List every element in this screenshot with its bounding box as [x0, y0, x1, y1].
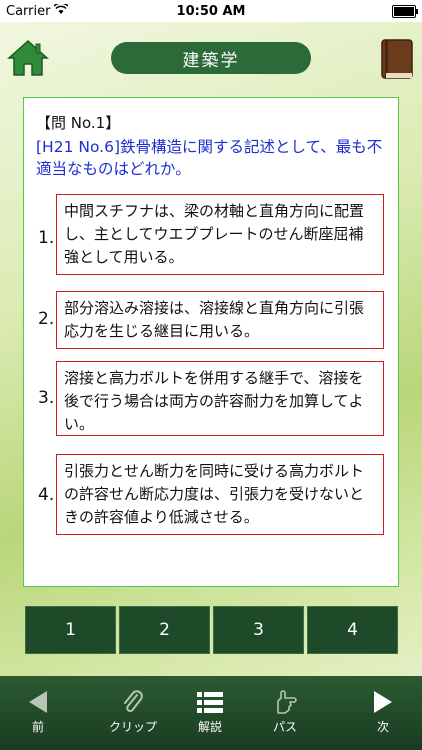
triangle-left-icon	[29, 691, 47, 713]
option-2[interactable]: 部分溶込み溶接は、溶接線と直角方向に引張応力を生じる継目に用いる。	[56, 291, 384, 349]
prev-label: 前	[31, 720, 44, 734]
battery-icon	[392, 5, 418, 18]
page-title: 建築学	[111, 42, 311, 74]
answer-buttons: 1 2 3 4	[25, 606, 398, 654]
next-button[interactable]: 次	[347, 688, 419, 735]
option-3-number: 3.	[38, 388, 55, 408]
option-2-number: 2.	[38, 309, 55, 329]
option-4-number: 4.	[38, 485, 55, 505]
pass-label: パス	[272, 720, 297, 734]
pass-button[interactable]: パス	[249, 688, 321, 735]
answer-button-1[interactable]: 1	[25, 606, 116, 654]
paperclip-icon	[124, 690, 143, 712]
prev-button[interactable]: 前	[2, 688, 74, 735]
question-text: [H21 No.6]鉄骨構造に関する記述として、最も不適当なものはどれか。	[36, 138, 383, 178]
next-label: 次	[376, 720, 389, 734]
list-icon	[197, 692, 223, 713]
triangle-right-icon	[374, 691, 392, 713]
home-button[interactable]	[6, 38, 50, 78]
status-time: 10:50 AM	[176, 4, 246, 19]
option-3[interactable]: 溶接と高力ボルトを併用する継手で、溶接を後で行う場合は両方の許容耐力を加算してよ…	[56, 361, 384, 436]
hand-icon	[277, 690, 297, 714]
option-1[interactable]: 中間スチフナは、梁の材軸と直角方向に配置し、主としてウエブプレートのせん断座屈補…	[56, 194, 384, 275]
home-icon	[7, 39, 49, 76]
bottom-toolbar: 前 クリップ 解説 パス 次	[0, 676, 422, 750]
clip-label: クリップ	[108, 720, 157, 734]
book-button[interactable]	[380, 38, 414, 80]
option-1-number: 1.	[38, 228, 55, 248]
explain-button[interactable]: 解説	[174, 688, 246, 735]
question-card: 【問 No.1】 [H21 No.6]鉄骨構造に関する記述として、最も不適当なも…	[23, 97, 399, 587]
answer-button-2[interactable]: 2	[119, 606, 210, 654]
clip-button[interactable]: クリップ	[97, 688, 169, 735]
answer-button-3[interactable]: 3	[213, 606, 304, 654]
status-bar: Carrier 10:50 AM	[0, 0, 422, 22]
book-icon	[381, 39, 413, 79]
answer-button-4[interactable]: 4	[307, 606, 398, 654]
option-4[interactable]: 引張力とせん断力を同時に受ける高力ボルトの許容せん断応力度は、引張力を受けないと…	[56, 454, 384, 535]
explain-label: 解説	[197, 720, 222, 734]
question-number: 【問 No.1】	[36, 114, 121, 132]
